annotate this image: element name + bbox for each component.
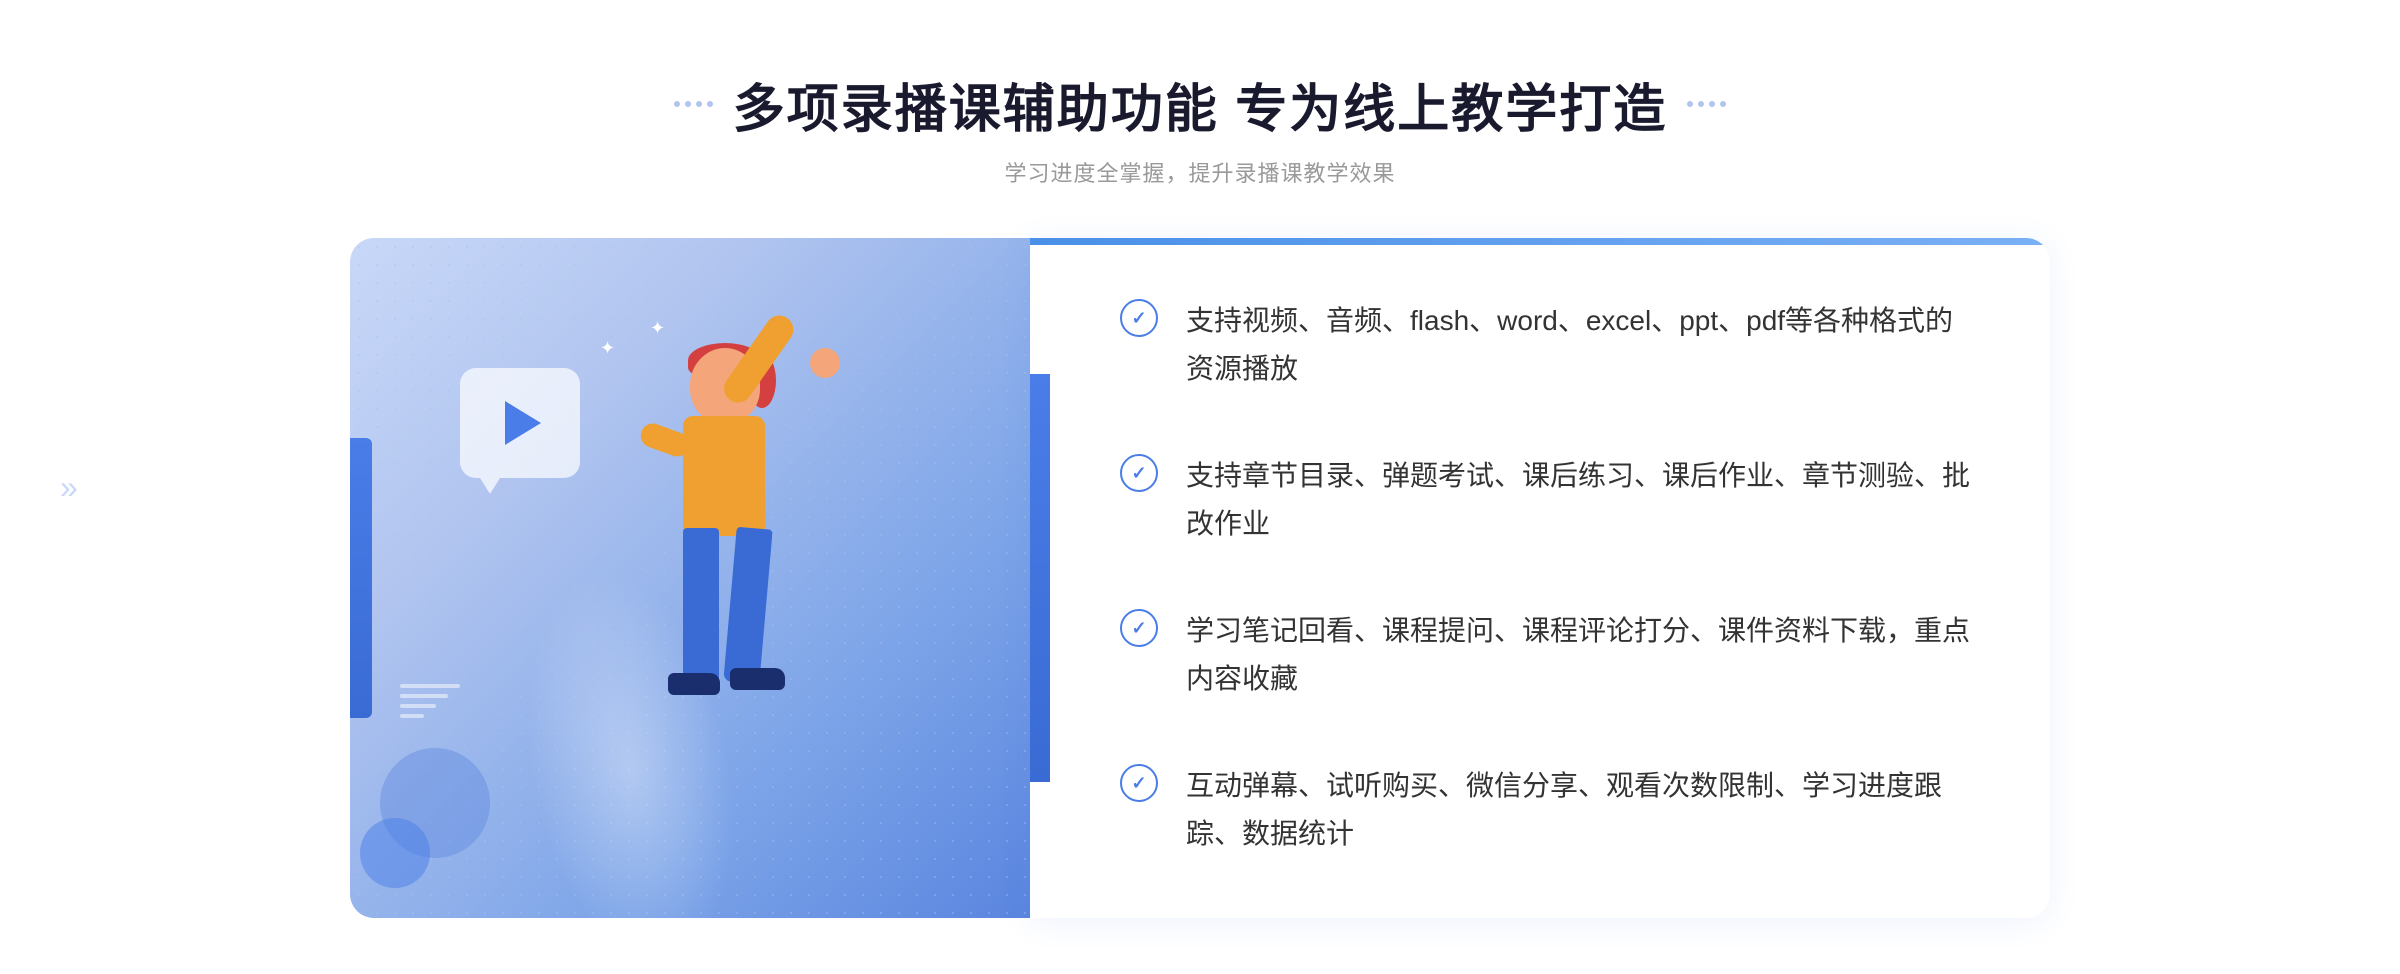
check-icon-wrapper-1: ✓: [1120, 299, 1158, 337]
figure-pants-left: [683, 528, 719, 688]
check-icon-wrapper-4: ✓: [1120, 764, 1158, 802]
title-dots-right: [1687, 101, 1726, 107]
check-icon-wrapper-3: ✓: [1120, 609, 1158, 647]
feature-text-2: 支持章节目录、弹题考试、课后练习、课后作业、章节测验、批改作业: [1186, 452, 1970, 547]
feature-item-1: ✓ 支持视频、音频、flash、word、excel、ppt、pdf等各种格式的…: [1120, 279, 1970, 410]
page-subtitle: 学习进度全掌握，提升录播课教学效果: [1004, 156, 1395, 188]
feature-text-4: 互动弹幕、试听购买、微信分享、观看次数限制、学习进度跟踪、数据统计: [1186, 762, 1970, 857]
deco-line-2: [400, 694, 448, 698]
illustration-panel: ✦ ✦: [350, 238, 1030, 918]
connector-strip: [1030, 374, 1050, 782]
deco-circle-small: [360, 818, 430, 888]
title-dots-left: [674, 101, 713, 107]
check-circle-1: ✓: [1120, 299, 1158, 337]
deco-lines: [400, 684, 460, 718]
figure-shoe-right: [730, 668, 785, 690]
features-panel: ✓ 支持视频、音频、flash、word、excel、ppt、pdf等各种格式的…: [1030, 238, 2050, 918]
check-circle-2: ✓: [1120, 454, 1158, 492]
figure-hand-right: [810, 348, 840, 378]
check-circle-3: ✓: [1120, 609, 1158, 647]
deco-line-4: [400, 714, 424, 718]
feature-text-3: 学习笔记回看、课程提问、课程评论打分、课件资料下载，重点内容收藏: [1186, 607, 1970, 702]
deco-line-3: [400, 704, 436, 708]
header-section: 多项录播课辅助功能 专为线上教学打造 学习进度全掌握，提升录播课教学效果: [674, 67, 1726, 188]
check-circle-4: ✓: [1120, 764, 1158, 802]
content-area: ✦ ✦: [350, 238, 2050, 918]
page-title: 多项录播课辅助功能 专为线上教学打造: [733, 67, 1667, 142]
deco-line-1: [400, 684, 460, 688]
check-mark-4: ✓: [1131, 774, 1146, 792]
figure-body: [683, 416, 765, 536]
check-mark-3: ✓: [1131, 619, 1146, 637]
figure-shoe-left: [668, 673, 720, 695]
title-row: 多项录播课辅助功能 专为线上教学打造: [674, 67, 1726, 142]
feature-item-2: ✓ 支持章节目录、弹题考试、课后练习、课后作业、章节测验、批改作业: [1120, 434, 1970, 565]
feature-item-4: ✓ 互动弹幕、试听购买、微信分享、观看次数限制、学习进度跟踪、数据统计: [1120, 744, 1970, 875]
feature-item-3: ✓ 学习笔记回看、课程提问、课程评论打分、课件资料下载，重点内容收藏: [1120, 589, 1970, 720]
page-wrapper: 多项录播课辅助功能 专为线上教学打造 学习进度全掌握，提升录播课教学效果 »: [0, 17, 2400, 958]
chevron-left-icon: »: [60, 471, 78, 503]
feature-text-1: 支持视频、音频、flash、word、excel、ppt、pdf等各种格式的资源…: [1186, 297, 1970, 392]
card-top-accent: [1030, 238, 2050, 245]
figure-pants-right: [723, 526, 772, 684]
figure-illustration: [520, 318, 840, 918]
left-page-decoration: »: [60, 471, 78, 503]
check-icon-wrapper-2: ✓: [1120, 454, 1158, 492]
left-accent-bar: [350, 438, 372, 718]
check-mark-1: ✓: [1131, 309, 1146, 327]
check-mark-2: ✓: [1131, 464, 1146, 482]
